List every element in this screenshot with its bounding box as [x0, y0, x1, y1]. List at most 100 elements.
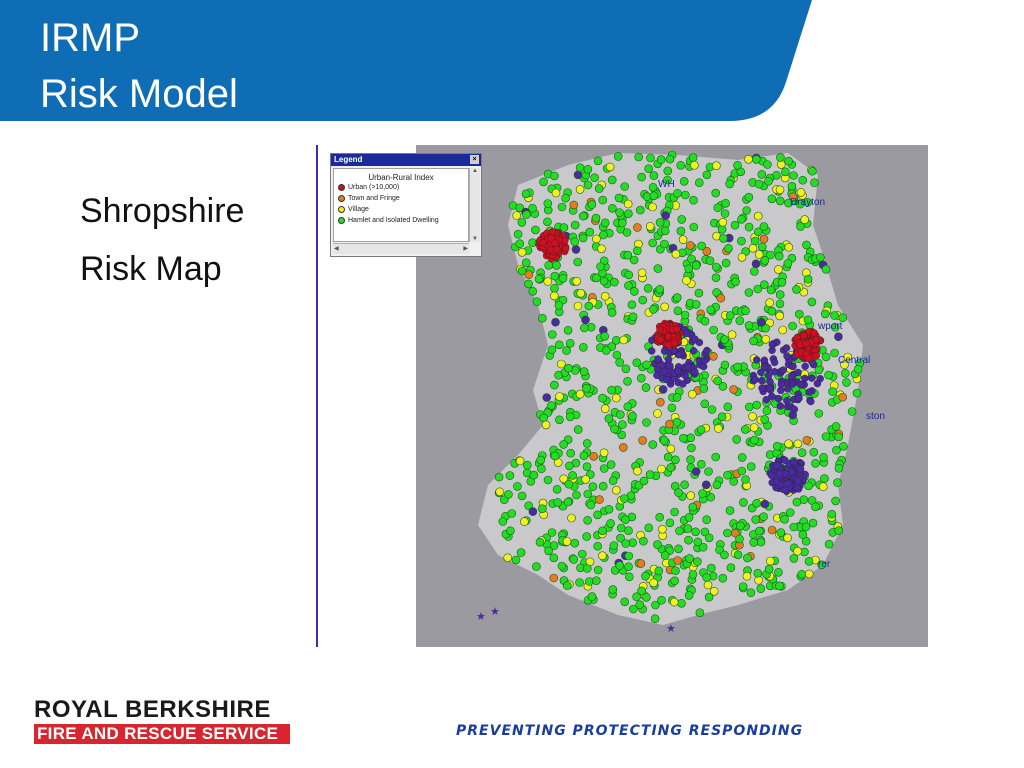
- settlement-dot: [551, 188, 561, 198]
- settlement-dot: [758, 384, 766, 392]
- settlement-dot: [689, 222, 699, 232]
- settlement-dot: [831, 422, 841, 431]
- settlement-dot: [797, 569, 807, 579]
- settlement-dot: [720, 550, 729, 560]
- settlement-dot: [834, 332, 843, 341]
- settlement-dot: [536, 455, 545, 465]
- settlement-dot: [760, 499, 770, 509]
- settlement-dot: [687, 443, 696, 453]
- close-icon[interactable]: ×: [470, 155, 479, 164]
- settlement-dot: [736, 521, 745, 531]
- settlement-dot: [673, 556, 683, 565]
- settlement-dot: [628, 312, 638, 322]
- settlement-dot: [617, 218, 627, 228]
- settlement-dot: [642, 360, 651, 370]
- urban-dot-icon: [338, 183, 345, 191]
- settlement-dot: [732, 435, 742, 444]
- scroll-right-icon[interactable]: ▶: [463, 245, 468, 252]
- settlement-dot: [740, 425, 750, 434]
- settlement-dot: [582, 439, 592, 448]
- settlement-dot: [638, 436, 647, 445]
- settlement-dot: [709, 352, 718, 361]
- settlement-dot: [804, 354, 812, 363]
- settlement-dot: [727, 330, 737, 339]
- settlement-dot: [622, 228, 632, 237]
- settlement-dot: [782, 344, 791, 352]
- settlement-dot: [639, 476, 649, 486]
- scroll-up-icon[interactable]: ▲: [472, 168, 478, 174]
- settlement-dot: [593, 541, 603, 551]
- settlement-dot: [820, 309, 830, 319]
- settlement-dot: [772, 478, 781, 486]
- settlement-dot: [600, 332, 610, 341]
- settlement-dot: [691, 300, 701, 309]
- settlement-dot: [575, 389, 585, 399]
- settlement-dot: [775, 581, 784, 591]
- settlement-dot: [618, 420, 627, 429]
- settlement-dot: [582, 462, 592, 472]
- settlement-dot: [655, 285, 665, 294]
- settlement-dot: [702, 515, 712, 525]
- settlement-dot: [702, 573, 712, 582]
- settlement-dot: [608, 585, 618, 594]
- settlement-dot: [597, 244, 606, 254]
- settlement-dot: [832, 445, 841, 455]
- settlement-dot: [683, 329, 691, 338]
- settlement-dot: [655, 397, 665, 407]
- legend-list: Urban-Rural Index Urban (>10,000) Town a…: [333, 168, 469, 242]
- settlement-dot: [743, 553, 752, 563]
- settlement-dot: [672, 293, 682, 302]
- settlement-dot: [797, 448, 807, 458]
- settlement-dot: [655, 512, 665, 522]
- settlement-dot: [790, 458, 798, 466]
- settlement-dot: [569, 200, 579, 210]
- legend-horizontal-scrollbar[interactable]: ◀ ▶: [333, 243, 469, 254]
- settlement-dot: [684, 535, 693, 545]
- settlement-dot: [565, 339, 575, 348]
- place-label: Drayton: [790, 197, 826, 208]
- settlement-dot: [553, 498, 562, 507]
- settlement-dot: [548, 228, 557, 236]
- settlement-dot: [784, 156, 793, 166]
- settlement-dot: [541, 420, 551, 430]
- settlement-dot: [827, 509, 837, 519]
- settlement-dot: [753, 356, 761, 364]
- settlement-dot: [623, 377, 632, 386]
- settlement-dot: [813, 379, 822, 388]
- settlement-dot: [794, 477, 803, 485]
- legend-item: Village: [338, 204, 468, 215]
- settlement-dot: [641, 383, 651, 392]
- settlement-dot: [528, 287, 538, 296]
- settlement-dot: [543, 217, 552, 227]
- settlement-dot: [653, 409, 662, 418]
- settlement-dot: [673, 306, 683, 316]
- settlement-dot: [784, 242, 794, 252]
- settlement-dot: [744, 222, 754, 232]
- settlement-dot: [767, 306, 777, 316]
- settlement-dot: [687, 389, 697, 399]
- scroll-left-icon[interactable]: ◀: [334, 245, 339, 252]
- settlement-dot: [762, 406, 772, 416]
- settlement-dot: [604, 414, 614, 423]
- settlement-dot: [537, 464, 546, 474]
- legend-vertical-scrollbar[interactable]: ▲ ▼: [469, 168, 480, 242]
- settlement-dot: [842, 378, 851, 387]
- settlement-dot: [559, 440, 568, 449]
- settlement-dot: [663, 166, 673, 176]
- settlement-dot: [788, 468, 796, 476]
- settlement-dot: [547, 345, 557, 354]
- settlement-dot: [729, 385, 738, 394]
- scroll-down-icon[interactable]: ▼: [472, 236, 478, 242]
- settlement-dot: [554, 301, 564, 310]
- settlement-dot: [660, 226, 670, 236]
- settlement-dot: [753, 211, 763, 221]
- settlement-dot: [737, 466, 747, 476]
- settlement-dot: [739, 498, 748, 507]
- settlement-dot: [542, 393, 551, 402]
- settlement-dot: [777, 380, 785, 388]
- settlement-dot: [650, 614, 660, 624]
- settlement-dot: [718, 217, 728, 227]
- settlement-dot: [703, 580, 713, 590]
- settlement-dot: [503, 553, 512, 563]
- place-label: rer: [818, 559, 831, 570]
